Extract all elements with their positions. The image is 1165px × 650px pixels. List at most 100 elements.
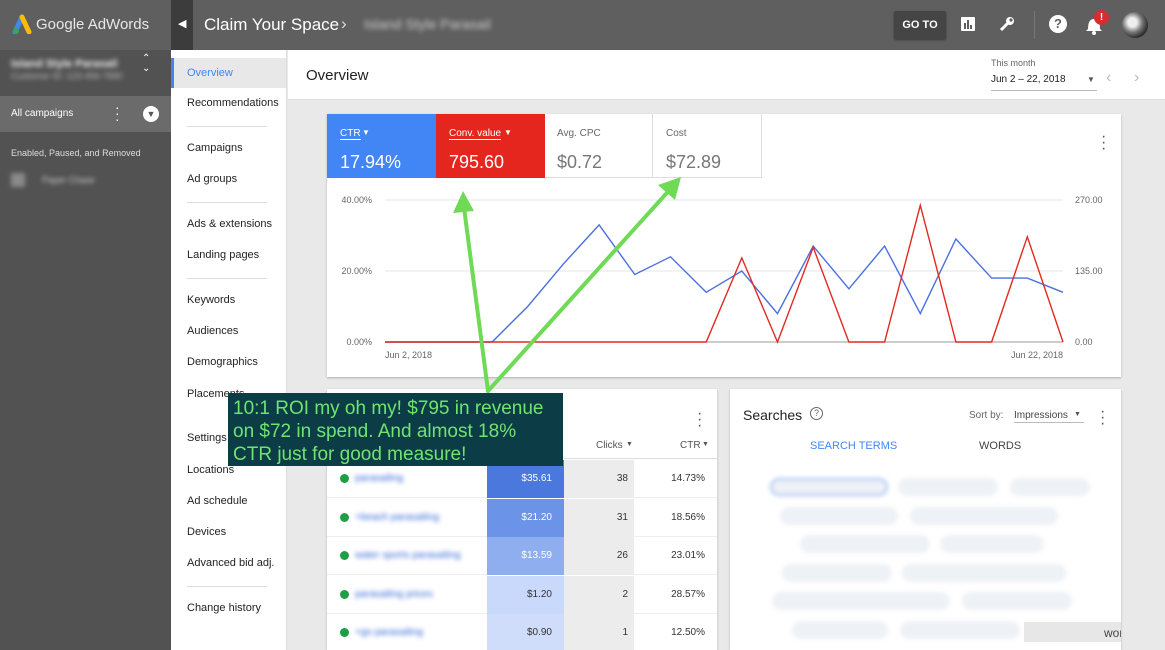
nav-item-landing-pages[interactable]: Landing pages <box>187 249 259 261</box>
status-enabled-icon <box>340 589 349 599</box>
more-vert-icon[interactable]: · · · <box>697 406 702 434</box>
search-term-chip[interactable] <box>940 535 1044 553</box>
keyword-link[interactable]: parasailing <box>355 473 403 484</box>
y-tick-left: 20.00% <box>341 266 372 276</box>
more-vert-icon[interactable]: · · · <box>115 100 120 126</box>
nav-item-label: Overview <box>187 67 233 79</box>
nav-item-devices[interactable]: Devices <box>187 526 226 538</box>
keyword-link[interactable]: +beach parasailing <box>355 512 439 523</box>
nav-item-ad-groups[interactable]: Ad groups <box>187 173 237 185</box>
breadcrumb-account[interactable]: Island Style Parasail <box>364 16 491 32</box>
sort-arrow-icon: ▼ <box>626 441 633 448</box>
clicks-value: 38 <box>616 473 628 484</box>
search-term-chip[interactable] <box>900 621 1020 639</box>
nav-item-change-history[interactable]: Change history <box>187 602 261 614</box>
ctr-value: 14.73% <box>671 473 705 484</box>
campaign-filter[interactable]: Enabled, Paused, and Removed <box>11 148 141 158</box>
search-term-chip[interactable] <box>962 592 1072 610</box>
page-nav: Overview Recommendations Campaigns Ad gr… <box>171 50 287 650</box>
clicks-value: 2 <box>622 588 628 600</box>
keyword-link[interactable]: parasailing prices <box>355 589 433 600</box>
search-term-chip[interactable] <box>910 507 1058 525</box>
y-tick-left: 40.00% <box>341 195 372 205</box>
more-vert-icon[interactable]: · · · <box>1100 404 1105 432</box>
search-term-chip[interactable] <box>800 535 930 553</box>
app-logo-text: Google AdWords <box>36 16 150 33</box>
goto-button[interactable]: GO TO <box>894 11 946 39</box>
clicks-cell: 31 <box>564 498 634 537</box>
searches-title: Searches <box>743 407 803 423</box>
tab-search-terms[interactable]: SEARCH TERMS <box>810 440 897 452</box>
dropdown-icon[interactable]: ▼ <box>143 106 159 122</box>
avatar[interactable] <box>1122 12 1148 38</box>
search-term-chip[interactable] <box>782 564 892 582</box>
show-words-label: words <box>1104 626 1121 640</box>
more-vert-icon[interactable]: · · · <box>1101 129 1106 157</box>
nav-item-overview[interactable]: Overview <box>171 58 286 88</box>
divider <box>1034 11 1035 39</box>
status-enabled-icon <box>340 512 349 522</box>
help-icon[interactable]: ? <box>1049 15 1067 33</box>
sort-dropdown[interactable]: Impressions ▼ <box>1014 407 1084 423</box>
keyword-link[interactable]: water sports parasailing <box>355 550 461 561</box>
notification-badge: ! <box>1094 10 1109 25</box>
nav-item-settings[interactable]: Settings <box>187 432 227 444</box>
clicks-cell: 1 <box>564 614 634 650</box>
search-term-chip[interactable] <box>1010 478 1090 496</box>
cost-cell: $0.90 <box>487 614 564 650</box>
chevron-left-icon: ◀ <box>178 18 187 30</box>
metric-cost[interactable]: Cost $72.89 <box>653 114 762 178</box>
y-tick-right: 270.00 <box>1075 195 1103 205</box>
col-header-ctr[interactable]: CTR ▼ <box>634 435 717 459</box>
next-period-icon[interactable]: › <box>1134 69 1139 87</box>
keyword-link[interactable]: +go parasailing <box>355 627 423 638</box>
status-enabled-icon <box>340 628 349 637</box>
cost-value: $13.59 <box>521 550 552 561</box>
dropdown-arrow-icon: ▼ <box>1087 75 1095 84</box>
metric-value: $72.89 <box>666 152 722 172</box>
table-row[interactable]: water sports parasailing $13.59 26 23.01% <box>327 537 717 575</box>
overview-header: Overview This month Jun 2 – 22, 2018 ▼ ‹… <box>288 50 1165 100</box>
metric-conv-value[interactable]: Conv. value ▼ 795.60 <box>436 114 545 178</box>
collapse-panel-button[interactable]: ◀ <box>171 0 193 50</box>
col-header-clicks[interactable]: Clicks ▼ <box>564 435 634 459</box>
nav-item-audiences[interactable]: Audiences <box>187 325 238 337</box>
table-row[interactable]: +go parasailing $0.90 1 12.50% <box>327 614 717 650</box>
nav-item-recommendations[interactable]: Recommendations <box>187 97 279 109</box>
nav-item-campaigns[interactable]: Campaigns <box>187 142 243 154</box>
col-header-label: CTR <box>680 440 701 451</box>
show-words-button[interactable]: words <box>1024 622 1121 642</box>
nav-item-ad-schedule[interactable]: Ad schedule <box>187 495 248 507</box>
search-term-chip[interactable] <box>898 478 998 496</box>
nav-item-keywords[interactable]: Keywords <box>187 294 235 306</box>
tab-words[interactable]: WORDS <box>979 440 1021 452</box>
metric-avg-cpc[interactable]: Avg. CPC $0.72 <box>545 114 653 178</box>
search-term-chip[interactable] <box>772 592 950 610</box>
search-term-chip[interactable] <box>770 478 888 496</box>
search-term-chip[interactable] <box>792 621 888 639</box>
cost-cell: $13.59 <box>487 537 564 575</box>
search-term-chip[interactable] <box>902 564 1066 582</box>
metric-ctr[interactable]: CTR ▼ 17.94% <box>327 114 436 178</box>
campaign-name[interactable]: Paper Chase <box>42 175 95 185</box>
clicks-cell: 2 <box>564 575 634 614</box>
account-switcher-icon[interactable]: ⌃ ⌄ <box>142 54 150 74</box>
wrench-icon[interactable] <box>998 15 1016 33</box>
search-term-chip[interactable] <box>780 507 898 525</box>
prev-period-icon[interactable]: ‹ <box>1106 69 1111 87</box>
nav-item-ads-extensions[interactable]: Ads & extensions <box>187 218 272 230</box>
dropdown-arrow-icon: ▼ <box>362 128 370 137</box>
account-name[interactable]: Island Style Parasail <box>11 58 117 70</box>
cost-cell: $21.20 <box>487 498 564 537</box>
help-icon[interactable]: ? <box>810 407 823 420</box>
nav-item-demographics[interactable]: Demographics <box>187 356 258 368</box>
cost-value: $35.61 <box>521 473 552 484</box>
table-row[interactable]: +beach parasailing $21.20 31 18.56% <box>327 498 717 537</box>
page-title[interactable]: Claim Your Space <box>204 15 339 35</box>
date-range-picker[interactable]: Jun 2 – 22, 2018 ▼ <box>991 71 1097 91</box>
top-bar: Google AdWords ◀ Claim Your Space › Isla… <box>0 0 1165 50</box>
nav-item-advanced-bid[interactable]: Advanced bid adj. <box>187 557 274 569</box>
reports-icon[interactable] <box>960 16 976 32</box>
table-row[interactable]: parasailing prices $1.20 2 28.57% <box>327 575 717 614</box>
all-campaigns-row[interactable]: All campaigns · · · ▼ <box>0 96 171 132</box>
